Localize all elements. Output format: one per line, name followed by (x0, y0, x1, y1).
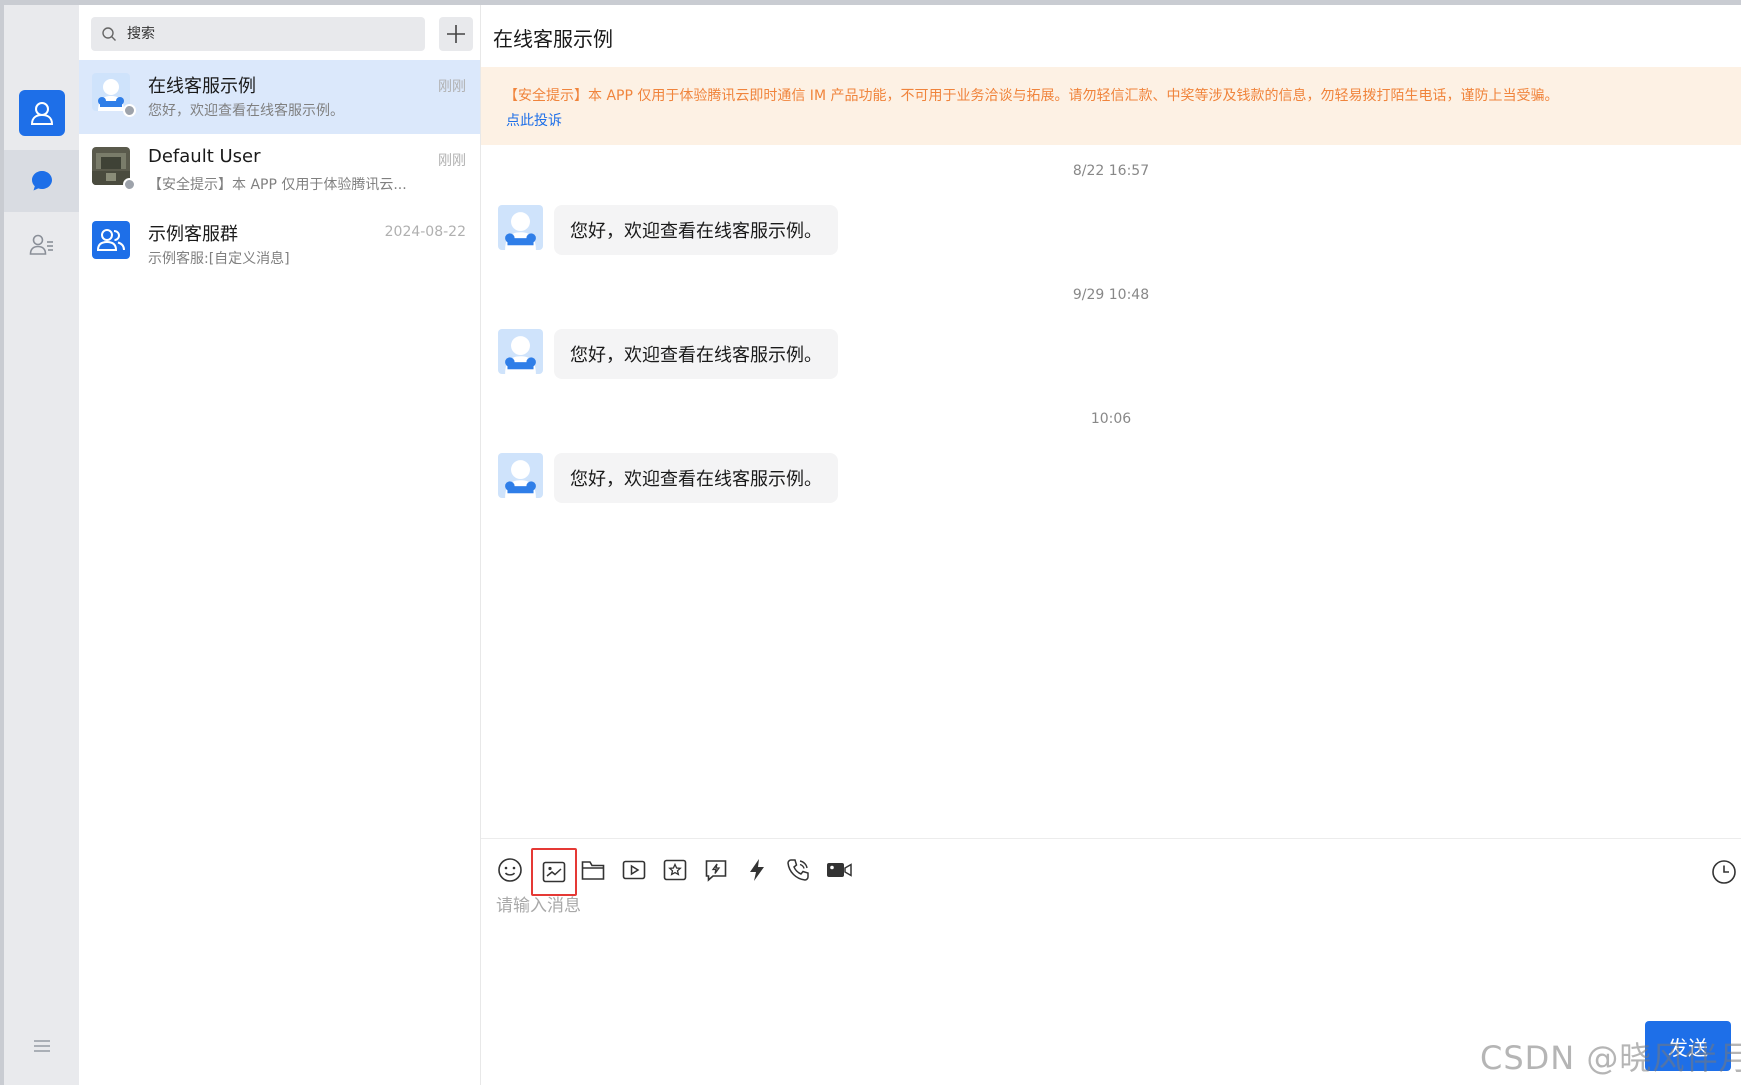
favorite-icon (663, 859, 687, 881)
nav-contacts[interactable] (4, 220, 79, 270)
chat-panel: 在线客服示例 【安全提示】本 APP 仅用于体验腾讯云即时通信 IM 产品功能，… (481, 5, 1741, 1085)
conversation-name: 示例客服群 (148, 224, 238, 245)
conversation-preview: 您好，欢迎查看在线客服示例。 (148, 103, 344, 119)
history-button[interactable] (1711, 859, 1737, 889)
message-bubble[interactable]: 您好，欢迎查看在线客服示例。 (554, 453, 838, 503)
contacts-icon (29, 234, 53, 255)
conversation-name: 在线客服示例 (148, 76, 256, 97)
nav-rail (4, 5, 79, 1085)
quick-reply-button[interactable] (738, 851, 776, 889)
message-timestamp: 9/29 10:48 (1072, 287, 1150, 303)
report-link[interactable]: 点此投诉 (506, 110, 562, 130)
group-avatar (92, 221, 130, 259)
status-dot (123, 178, 136, 191)
video-call-button[interactable] (820, 851, 858, 889)
file-button[interactable] (574, 851, 612, 889)
search-box (91, 17, 425, 51)
hamburger-icon (33, 1040, 50, 1052)
chat-title: 在线客服示例 (493, 27, 613, 51)
message-input[interactable] (494, 895, 1698, 917)
message-timestamp: 8/22 16:57 (1072, 163, 1150, 179)
image-button[interactable] (531, 848, 577, 896)
voice-call-icon (787, 859, 809, 881)
conversation-time: 刚刚 (438, 79, 466, 95)
conversation-time: 刚刚 (438, 153, 466, 169)
favorite-button[interactable] (656, 851, 694, 889)
search-input[interactable] (125, 25, 409, 43)
conversation-item[interactable]: Default User 【安全提示】本 APP 仅用于体验腾讯云... 刚刚 (79, 134, 480, 208)
conversation-time: 2024-08-22 (384, 224, 466, 240)
flash-message-button[interactable] (697, 851, 735, 889)
status-dot (123, 104, 136, 117)
message-bubble[interactable]: 您好，欢迎查看在线客服示例。 (554, 329, 838, 379)
emoji-button[interactable] (491, 851, 529, 889)
conversation-name: Default User (148, 146, 261, 167)
menu-button[interactable] (4, 1031, 79, 1061)
clock-icon (1712, 860, 1736, 884)
plus-icon (447, 25, 465, 43)
search-icon (102, 27, 116, 41)
watermark-text: CSDN @晓风伴月 (1480, 1039, 1741, 1077)
security-warning-banner: 【安全提示】本 APP 仅用于体验腾讯云即时通信 IM 产品功能，不可用于业务洽… (481, 67, 1741, 145)
folder-icon (581, 861, 605, 880)
flash-message-icon (705, 860, 727, 882)
service-avatar[interactable] (498, 205, 543, 250)
conversation-item[interactable]: 在线客服示例 您好，欢迎查看在线客服示例。 刚刚 (79, 60, 480, 134)
conversation-preview: 【安全提示】本 APP 仅用于体验腾讯云... (148, 177, 407, 193)
message-bubble[interactable]: 您好，欢迎查看在线客服示例。 (554, 205, 838, 255)
chat-bubble-icon (31, 171, 52, 191)
profile-avatar[interactable] (19, 90, 65, 136)
emoji-icon (498, 858, 522, 882)
image-icon (542, 861, 566, 883)
video-button[interactable] (615, 851, 653, 889)
conversation-item[interactable]: 示例客服群 示例客服:[自定义消息] 2024-08-22 (79, 208, 480, 282)
voice-call-button[interactable] (779, 851, 817, 889)
lightning-icon (750, 859, 764, 881)
conversation-list: 在线客服示例 您好，欢迎查看在线客服示例。 刚刚 Default User 【安… (79, 5, 481, 1085)
service-avatar[interactable] (498, 453, 543, 498)
video-call-icon (827, 863, 852, 877)
user-icon (30, 102, 54, 125)
conversation-preview: 示例客服:[自定义消息] (148, 251, 290, 267)
nav-chat[interactable] (4, 150, 79, 212)
message-timestamp: 10:06 (1090, 411, 1132, 427)
warning-text: 【安全提示】本 APP 仅用于体验腾讯云即时通信 IM 产品功能，不可用于业务洽… (504, 88, 1559, 104)
add-conversation-button[interactable] (439, 17, 473, 51)
service-avatar[interactable] (498, 329, 543, 374)
video-icon (622, 860, 646, 880)
